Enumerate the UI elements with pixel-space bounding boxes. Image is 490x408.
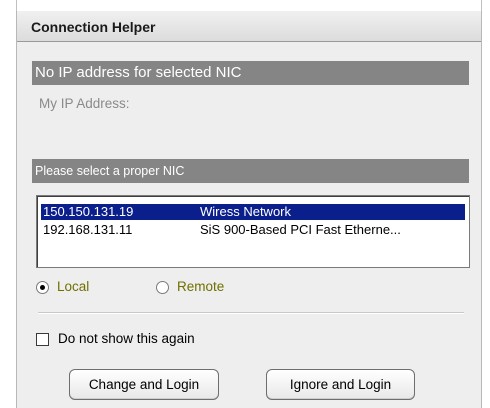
local-radio-label: Local [57,279,90,294]
checkbox-icon [36,333,49,346]
nic-select-banner: Please select a proper NIC [32,159,469,183]
title-bar[interactable]: Connection Helper [17,11,481,42]
dialog-edge-left [16,0,17,11]
dialog-edge-right [481,0,482,11]
do-not-show-again-label: Do not show this again [58,331,195,346]
nic-name: SiS 900-Based PCI Fast Etherne... [200,222,401,237]
radio-button-icon [156,281,169,294]
nic-name: Wiress Network [200,204,292,219]
remote-radio-label: Remote [177,279,225,294]
my-ip-address-label: My IP Address: [39,96,130,111]
change-and-login-button[interactable]: Change and Login [69,369,219,400]
ip-status-banner: No IP address for selected NIC [32,61,469,85]
dialog-title: Connection Helper [31,19,156,35]
radio-button-icon [36,281,49,294]
connection-helper-dialog: Connection Helper No IP address for sele… [16,11,482,408]
nic-listbox[interactable]: 150.150.131.19 Wiress Network 192.168.13… [36,195,470,268]
divider [38,312,464,314]
ignore-and-login-button[interactable]: Ignore and Login [266,369,415,400]
nic-list-item[interactable]: 192.168.131.11 SiS 900-Based PCI Fast Et… [41,222,465,238]
nic-ip-address: 150.150.131.19 [43,204,134,219]
radio-selected-dot-icon [40,285,45,290]
nic-ip-address: 192.168.131.11 [43,222,133,237]
nic-list-item[interactable]: 150.150.131.19 Wiress Network [41,204,465,220]
